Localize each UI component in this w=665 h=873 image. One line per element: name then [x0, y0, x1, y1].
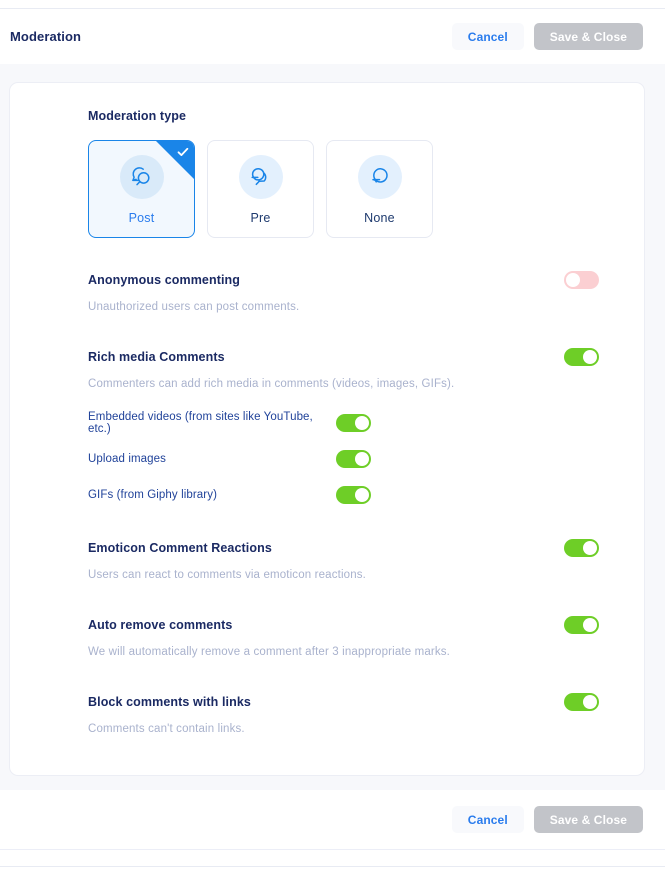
subitem-label: GIFs (from Giphy library) — [88, 489, 218, 501]
subitem-embedded-videos: Embedded videos (from sites like YouTube… — [88, 411, 599, 435]
toggle-rich-media-comments[interactable] — [564, 348, 599, 366]
toggle-anonymous-commenting[interactable] — [564, 271, 599, 289]
toggle-auto-remove-comments[interactable] — [564, 616, 599, 634]
section-rich-media-comments: Rich media Comments Commenters can add r… — [88, 315, 599, 506]
page-footer: Cancel Save & Close — [0, 790, 665, 849]
footer-divider-upper — [0, 849, 665, 850]
section-description: We will automatically remove a comment a… — [88, 646, 451, 658]
selected-check-corner — [156, 141, 194, 179]
header-actions: Cancel Save & Close — [451, 23, 643, 50]
section-description: Comments can't contain links. — [88, 723, 245, 735]
section-emoticon-comment-reactions: Emoticon Comment Reactions Users can rea… — [88, 506, 599, 583]
footer-cancel-button[interactable]: Cancel — [451, 806, 524, 833]
section-title: Anonymous commenting — [88, 273, 241, 287]
section-description: Commenters can add rich media in comment… — [88, 378, 455, 390]
subitem-label: Upload images — [88, 453, 167, 465]
toggle-upload-images[interactable] — [336, 449, 371, 468]
header-cancel-button[interactable]: Cancel — [451, 23, 524, 50]
check-icon — [177, 147, 189, 156]
subitem-upload-images: Upload images — [88, 448, 599, 470]
moderation-type-name-none: None — [364, 211, 395, 225]
page-header: Moderation Cancel Save & Close — [0, 9, 665, 64]
subitem-label: Embedded videos (from sites like YouTube… — [88, 411, 313, 435]
section-auto-remove-comments: Auto remove comments We will automatical… — [88, 583, 599, 660]
toggle-block-comments-with-links[interactable] — [564, 693, 599, 711]
moderation-type-card-none[interactable]: None — [326, 140, 433, 238]
page-title: Moderation — [10, 29, 82, 44]
moderation-type-name-post: Post — [128, 211, 155, 225]
toggle-gifs[interactable] — [336, 485, 371, 504]
footer-save-and-close-button[interactable]: Save & Close — [533, 806, 643, 833]
settings-panel: Moderation type Post Pre None Anonymous … — [9, 82, 645, 776]
moderation-type-options: Post Pre None — [88, 140, 599, 238]
header-save-and-close-button[interactable]: Save & Close — [533, 23, 643, 50]
section-title: Rich media Comments — [88, 350, 225, 364]
section-title: Emoticon Comment Reactions — [88, 541, 272, 555]
moderation-type-section: Moderation type Post Pre None — [88, 109, 599, 238]
subitem-gifs: GIFs (from Giphy library) — [88, 484, 599, 506]
toggle-embedded-videos[interactable] — [336, 413, 371, 432]
section-description: Unauthorized users can post comments. — [88, 301, 300, 313]
single-speech-bubble-icon — [357, 155, 402, 199]
moderation-settings-page: Moderation Cancel Save & Close Moderatio… — [0, 0, 665, 873]
rich-media-subitems: Embedded videos (from sites like YouTube… — [88, 411, 599, 506]
section-anonymous-commenting: Anonymous commenting Unauthorized users … — [88, 238, 599, 315]
moderation-type-card-post[interactable]: Post — [88, 140, 195, 238]
toggle-emoticon-comment-reactions[interactable] — [564, 539, 599, 557]
moderation-type-card-pre[interactable]: Pre — [207, 140, 314, 238]
two-speech-bubbles-icon — [238, 155, 283, 199]
footer-divider-lower — [0, 866, 665, 867]
section-title: Auto remove comments — [88, 618, 233, 632]
section-description: Users can react to comments via emoticon… — [88, 569, 367, 581]
section-title: Block comments with links — [88, 695, 251, 709]
section-block-comments-with-links: Block comments with links Comments can't… — [88, 660, 599, 737]
moderation-type-label: Moderation type — [88, 109, 187, 123]
moderation-type-name-pre: Pre — [250, 211, 271, 225]
footer-actions: Cancel Save & Close — [451, 806, 643, 833]
